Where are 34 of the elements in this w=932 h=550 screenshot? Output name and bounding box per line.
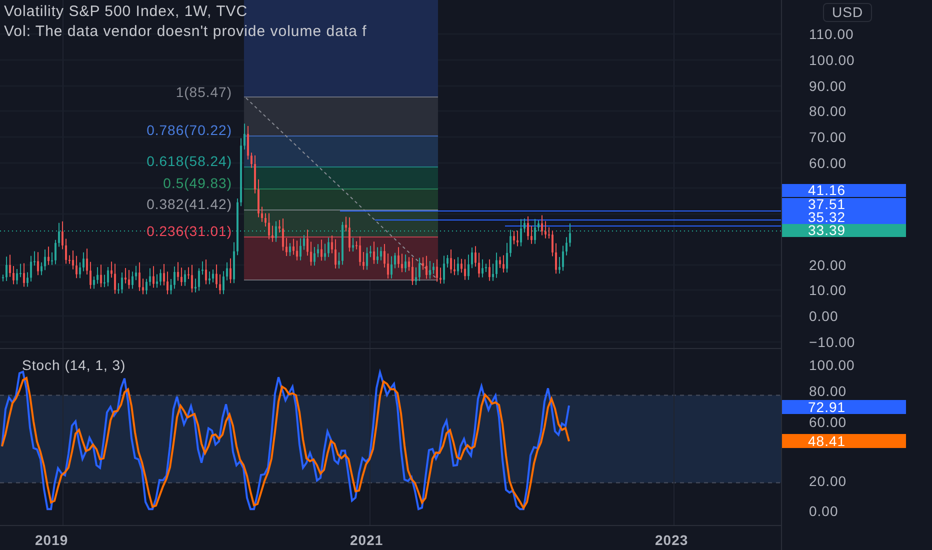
price-axis-label: 110.00 xyxy=(809,26,854,42)
price-axis-label: 90.00 xyxy=(809,78,847,94)
stoch-title: Stoch (14, 1, 3) xyxy=(22,356,126,375)
price-axis-label: 0.00 xyxy=(809,308,838,324)
stoch-badge: 72.91 xyxy=(782,400,906,414)
stoch-axis-label: 0.00 xyxy=(809,503,838,519)
chart-title: Volatility S&P 500 Index, 1W, TVC xyxy=(4,2,249,22)
price-badge: 33.39 xyxy=(782,224,906,237)
price-axis-label: 80.00 xyxy=(809,103,847,119)
price-badge: 35.32 xyxy=(782,211,906,224)
time-axis-label: 2023 xyxy=(655,531,688,550)
fib-level-label: 0.5(49.83) xyxy=(163,175,232,191)
price-axis-label: 20.00 xyxy=(809,257,847,273)
stoch-axis-label: 100.00 xyxy=(809,357,855,373)
volume-note: Vol: The data vendor doesn't provide volume data f xyxy=(4,22,367,42)
price-axis-label: 100.00 xyxy=(809,52,855,68)
stoch-axis-label: 80.00 xyxy=(809,383,847,399)
fib-level-label: 0.618(58.24) xyxy=(146,153,232,169)
price-axis-label: −10.00 xyxy=(809,334,856,350)
price-badge: 37.51 xyxy=(782,198,906,211)
time-axis-label: 2019 xyxy=(35,531,68,550)
fib-level-label: 0.786(70.22) xyxy=(146,122,232,138)
stoch-badge: 48.41 xyxy=(782,434,906,448)
price-axis-label: 70.00 xyxy=(809,129,847,145)
fib-level-label: 1(85.47) xyxy=(176,84,232,100)
fib-level-label: 0.236(31.01) xyxy=(146,223,232,239)
stoch-axis-label: 20.00 xyxy=(809,473,847,489)
price-axis-label: 10.00 xyxy=(809,282,847,298)
price-badge: 41.16 xyxy=(782,184,906,197)
fib-level-label: 0.382(41.42) xyxy=(146,196,232,212)
stoch-axis-label: 60.00 xyxy=(809,414,847,430)
time-axis-label: 2021 xyxy=(350,531,384,550)
price-axis-label: 60.00 xyxy=(809,155,847,171)
currency-button[interactable]: USD xyxy=(823,3,872,22)
